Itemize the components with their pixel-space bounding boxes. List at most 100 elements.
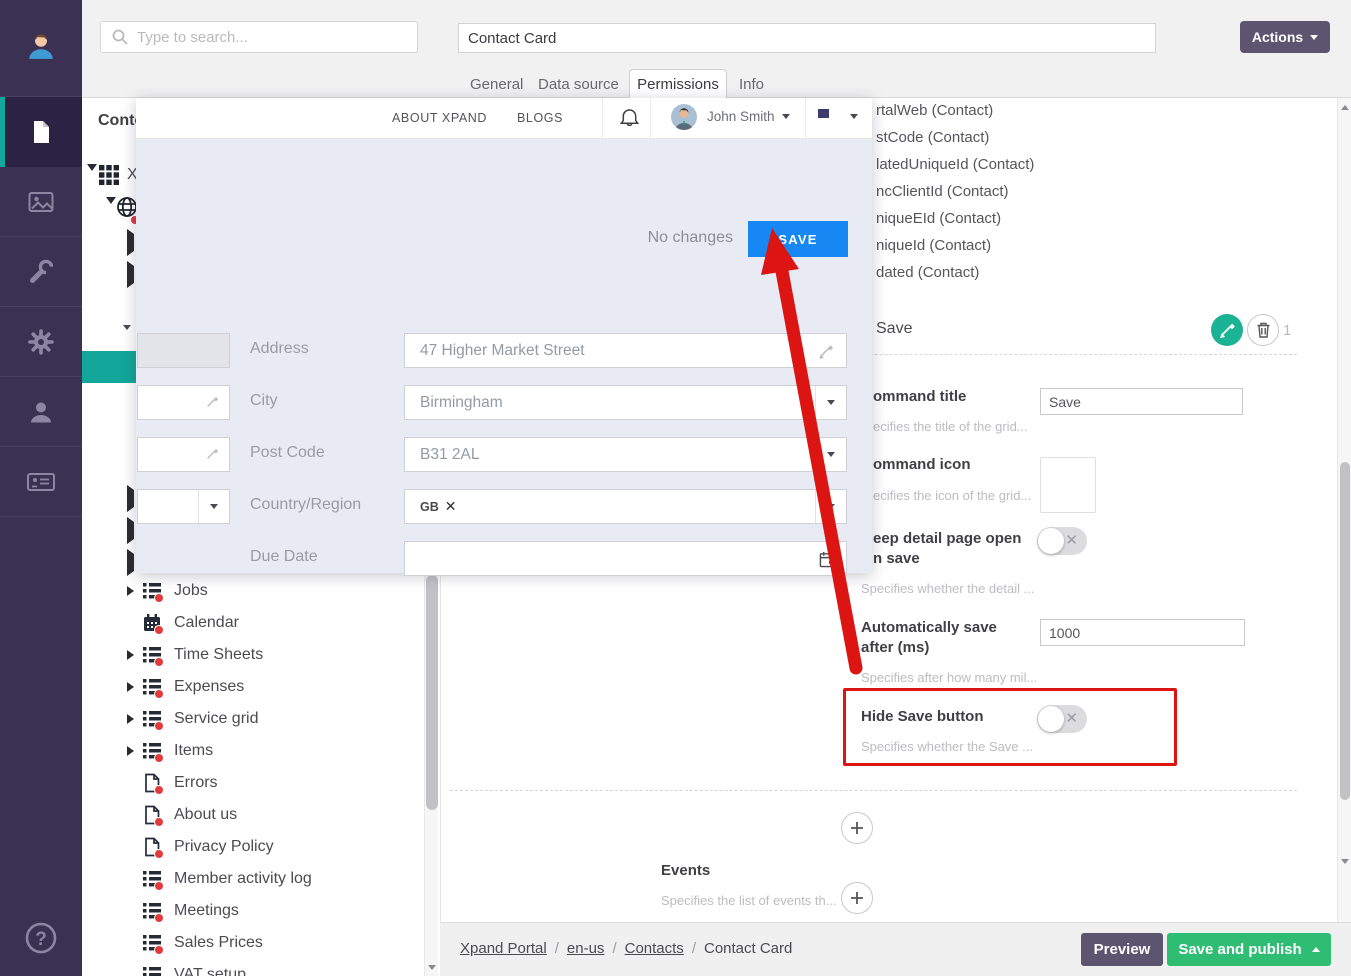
preview-button[interactable]: Preview [1081, 933, 1163, 966]
chevron-down-icon[interactable] [850, 114, 858, 119]
country-select[interactable]: GB✕ [404, 489, 847, 524]
plus-icon [850, 821, 864, 835]
tree-item-expenses[interactable]: Expenses [82, 671, 418, 703]
form-row-country: Country/Region GB✕ [136, 489, 872, 524]
tree-scrollbar-thumb[interactable] [426, 575, 438, 810]
search-input[interactable]: Type to search... [100, 21, 418, 53]
expand-arrow-icon[interactable] [127, 490, 134, 508]
post-code-value: B31 2AL [420, 446, 479, 464]
user-menu[interactable] [670, 103, 698, 136]
tree-item-about-us[interactable]: About us [82, 799, 418, 831]
collapse-arrow-icon[interactable] [123, 330, 131, 348]
edit-command-button[interactable] [1211, 314, 1243, 346]
tree-item-vat-setup[interactable]: VAT setup [82, 959, 418, 976]
command-row-title: Save [876, 320, 912, 338]
side-input[interactable] [137, 385, 230, 420]
save-and-publish-button[interactable]: Save and publish [1167, 933, 1331, 966]
tree-item-calendar[interactable]: Calendar [82, 607, 418, 639]
scroll-up-icon[interactable] [1341, 105, 1349, 110]
expand-arrow-icon[interactable] [127, 234, 134, 252]
sidebar-item-help[interactable]: ? [0, 905, 82, 971]
sidebar-item-tools[interactable] [0, 237, 82, 307]
scroll-down-icon[interactable] [428, 965, 436, 970]
field-list-item[interactable]: stCode (Contact) [876, 129, 989, 146]
expand-arrow-icon[interactable] [127, 522, 134, 540]
main-scrollbar-thumb[interactable] [1340, 462, 1350, 800]
main-scrollbar[interactable] [1337, 98, 1351, 922]
search-icon [111, 28, 129, 46]
add-event-button[interactable] [841, 882, 873, 914]
expand-arrow-icon[interactable] [127, 746, 134, 756]
tree-item-service-grid[interactable]: Service grid [82, 703, 418, 735]
keep-detail-toggle[interactable]: ✕ [1037, 527, 1087, 555]
tab-info[interactable]: Info [739, 70, 764, 98]
post-code-select[interactable]: B31 2AL [404, 437, 847, 472]
country-tag[interactable]: GB✕ [420, 498, 456, 515]
sidebar-item-contacts[interactable] [0, 447, 82, 517]
remove-tag-icon[interactable]: ✕ [445, 498, 457, 515]
due-date-input[interactable] [404, 541, 847, 576]
chevron-up-icon [1312, 947, 1320, 952]
sidebar-item-media[interactable] [0, 167, 82, 237]
prop-keep-detail-hint: Specifies whether the detail ... [861, 581, 1034, 596]
page-title-input[interactable]: Contact Card [458, 23, 1156, 53]
side-input[interactable] [137, 333, 230, 368]
tree-item-meetings[interactable]: Meetings [82, 895, 418, 927]
dropdown-zone[interactable] [815, 438, 846, 471]
dropdown-zone[interactable] [815, 490, 846, 523]
expand-arrow-icon[interactable] [127, 714, 134, 724]
side-select[interactable] [137, 489, 230, 524]
breadcrumb-link-lang[interactable]: en-us [567, 940, 605, 957]
tree-item-member-activity-log[interactable]: Member activity log [82, 863, 418, 895]
field-list-item[interactable]: niqueEId (Contact) [876, 210, 1001, 227]
sidebar-item-profile[interactable] [0, 10, 82, 80]
dropdown-zone[interactable] [198, 490, 229, 523]
sidebar-item-pages[interactable] [0, 97, 82, 167]
breadcrumb-link-portal[interactable]: Xpand Portal [460, 940, 547, 957]
nav-blogs[interactable]: BLOGS [517, 111, 563, 125]
sidebar-item-members[interactable] [0, 377, 82, 447]
command-icon-picker[interactable] [1040, 457, 1096, 513]
tree-item-jobs[interactable]: Jobs [82, 575, 418, 607]
address-input[interactable]: 47 Higher Market Street [404, 333, 847, 368]
expand-arrow-icon[interactable] [87, 171, 97, 189]
expand-arrow-icon[interactable] [127, 266, 134, 284]
tab-permissions[interactable]: Permissions [629, 69, 727, 99]
nav-about-xpand[interactable]: ABOUT XPAND [392, 111, 487, 125]
side-input[interactable] [137, 437, 230, 472]
autosave-input[interactable]: 1000 [1040, 619, 1245, 646]
field-label: City [250, 392, 278, 410]
expand-arrow-icon[interactable] [106, 204, 116, 222]
tree-item-privacy-policy[interactable]: Privacy Policy [82, 831, 418, 863]
dropdown-zone[interactable] [815, 386, 846, 419]
field-list-item[interactable]: latedUniqueId (Contact) [876, 156, 1034, 173]
sidebar-item-settings[interactable] [0, 307, 82, 377]
expand-arrow-icon[interactable] [127, 682, 134, 692]
command-title-input[interactable]: Save [1040, 388, 1243, 415]
delete-command-button[interactable] [1247, 314, 1279, 346]
notifications-bell-icon[interactable] [618, 106, 641, 135]
expand-arrow-icon[interactable] [127, 554, 134, 572]
field-list-item[interactable]: dated (Contact) [876, 264, 979, 281]
scroll-down-icon[interactable] [1341, 859, 1349, 864]
tab-data-source[interactable]: Data source [538, 70, 619, 98]
field-list-item[interactable]: rtalWeb (Contact) [876, 102, 993, 119]
add-command-button[interactable] [841, 812, 873, 844]
tree-item-items[interactable]: Items [82, 735, 418, 767]
chevron-down-icon[interactable] [782, 114, 790, 119]
user-name[interactable]: John Smith [707, 109, 775, 124]
tab-general[interactable]: General [470, 70, 523, 98]
tree-item-errors[interactable]: Errors [82, 767, 418, 799]
breadcrumb-link-contacts[interactable]: Contacts [625, 940, 684, 957]
expand-arrow-icon[interactable] [127, 586, 134, 596]
tree-item-sales-prices[interactable]: Sales Prices [82, 927, 418, 959]
field-list-item[interactable]: niqueId (Contact) [876, 237, 991, 254]
expand-arrow-icon[interactable] [127, 650, 134, 660]
tree-item-time-sheets[interactable]: Time Sheets [82, 639, 418, 671]
actions-button[interactable]: Actions [1240, 21, 1330, 53]
tree-scrollbar[interactable] [424, 574, 438, 976]
save-button[interactable]: SAVE [748, 221, 848, 257]
city-select[interactable]: Birmingham [404, 385, 847, 420]
prop-autosave-hint: Specifies after how many mil... [861, 670, 1037, 685]
field-list-item[interactable]: ncClientId (Contact) [876, 183, 1009, 200]
